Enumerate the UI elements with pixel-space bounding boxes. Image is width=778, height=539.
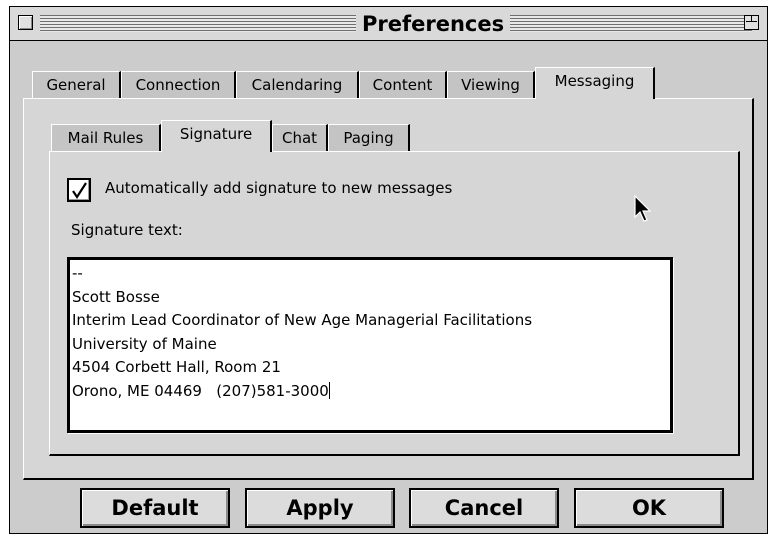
auto-add-checkbox[interactable] [67, 178, 91, 202]
text-caret [328, 381, 330, 399]
signature-line: University of Maine [72, 334, 217, 353]
signature-line: Scott Bosse [72, 287, 160, 306]
preferences-window: Preferences General Connection Calendari… [9, 6, 768, 534]
signature-line: Interim Lead Coordinator of New Age Mana… [72, 311, 533, 330]
signature-textarea[interactable]: -- Scott Bosse Interim Lead Coordinator of… [67, 257, 673, 433]
signature-line: Orono, ME 04469 (207)581-3000 [72, 381, 329, 400]
signature-line: 4504 Corbett Hall, Room 21 [72, 358, 281, 377]
signature-text-label: Signature text: [71, 221, 183, 239]
checkmark-icon [72, 182, 87, 199]
auto-add-label: Automatically add signature to new messa… [105, 179, 453, 197]
arrow-cursor-icon [634, 194, 654, 227]
signature-line: -- [72, 264, 83, 282]
